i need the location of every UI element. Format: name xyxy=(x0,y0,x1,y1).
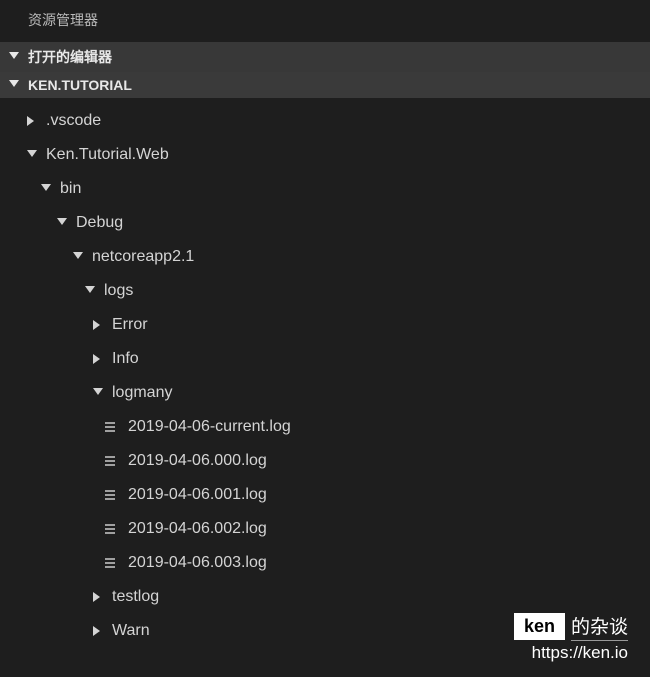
folder-item[interactable]: logmany xyxy=(0,376,650,410)
folder-item[interactable]: netcoreapp2.1 xyxy=(0,240,650,274)
file-icon xyxy=(102,488,118,502)
open-editors-label: 打开的编辑器 xyxy=(28,47,112,67)
item-label: 2019-04-06.002.log xyxy=(128,520,267,538)
item-label: testlog xyxy=(112,588,159,606)
folder-item[interactable]: Error xyxy=(0,308,650,342)
chevron-down-icon xyxy=(26,149,38,161)
folder-item[interactable]: Debug xyxy=(0,206,650,240)
workspace-section[interactable]: KEN.TUTORIAL xyxy=(0,72,650,98)
file-item[interactable]: 2019-04-06.003.log xyxy=(0,546,650,580)
chevron-right-icon xyxy=(26,115,38,127)
folder-item[interactable]: bin xyxy=(0,172,650,206)
file-item[interactable]: 2019-04-06.002.log xyxy=(0,512,650,546)
file-icon xyxy=(102,556,118,570)
open-editors-section[interactable]: 打开的编辑器 xyxy=(0,42,650,72)
item-label: Warn xyxy=(112,622,150,640)
watermark: ken 的杂谈 https://ken.io xyxy=(514,612,628,663)
item-label: Info xyxy=(112,350,139,368)
file-icon xyxy=(102,454,118,468)
file-item[interactable]: 2019-04-06.000.log xyxy=(0,444,650,478)
watermark-text: 的杂谈 xyxy=(571,612,628,641)
file-icon xyxy=(102,522,118,536)
item-label: bin xyxy=(60,180,81,198)
item-label: Ken.Tutorial.Web xyxy=(46,146,169,164)
folder-item[interactable]: Info xyxy=(0,342,650,376)
watermark-url: https://ken.io xyxy=(514,643,628,663)
item-label: 2019-04-06.000.log xyxy=(128,452,267,470)
folder-item[interactable]: Ken.Tutorial.Web xyxy=(0,138,650,172)
chevron-down-icon xyxy=(72,251,84,263)
folder-item[interactable]: logs xyxy=(0,274,650,308)
item-label: 2019-04-06.001.log xyxy=(128,486,267,504)
watermark-badge: ken xyxy=(514,613,565,640)
item-label: .vscode xyxy=(46,112,101,130)
item-label: netcoreapp2.1 xyxy=(92,248,194,266)
file-item[interactable]: 2019-04-06-current.log xyxy=(0,410,650,444)
item-label: Error xyxy=(112,316,148,334)
chevron-right-icon xyxy=(92,319,104,331)
chevron-right-icon xyxy=(92,625,104,637)
item-label: 2019-04-06.003.log xyxy=(128,554,267,572)
chevron-right-icon xyxy=(92,353,104,365)
chevron-down-icon xyxy=(56,217,68,229)
chevron-down-icon xyxy=(8,79,20,91)
chevron-down-icon xyxy=(40,183,52,195)
workspace-label: KEN.TUTORIAL xyxy=(28,77,132,93)
chevron-down-icon xyxy=(84,285,96,297)
explorer-title: 资源管理器 xyxy=(0,0,650,42)
item-label: logmany xyxy=(112,384,172,402)
file-icon xyxy=(102,420,118,434)
item-label: 2019-04-06-current.log xyxy=(128,418,291,436)
item-label: Debug xyxy=(76,214,123,232)
folder-item[interactable]: testlog xyxy=(0,580,650,614)
chevron-down-icon xyxy=(8,51,20,63)
item-label: logs xyxy=(104,282,133,300)
file-tree: .vscode Ken.Tutorial.Web bin Debug netcoreap… xyxy=(0,98,650,648)
chevron-right-icon xyxy=(92,591,104,603)
chevron-down-icon xyxy=(92,387,104,399)
folder-item[interactable]: .vscode xyxy=(0,104,650,138)
file-item[interactable]: 2019-04-06.001.log xyxy=(0,478,650,512)
